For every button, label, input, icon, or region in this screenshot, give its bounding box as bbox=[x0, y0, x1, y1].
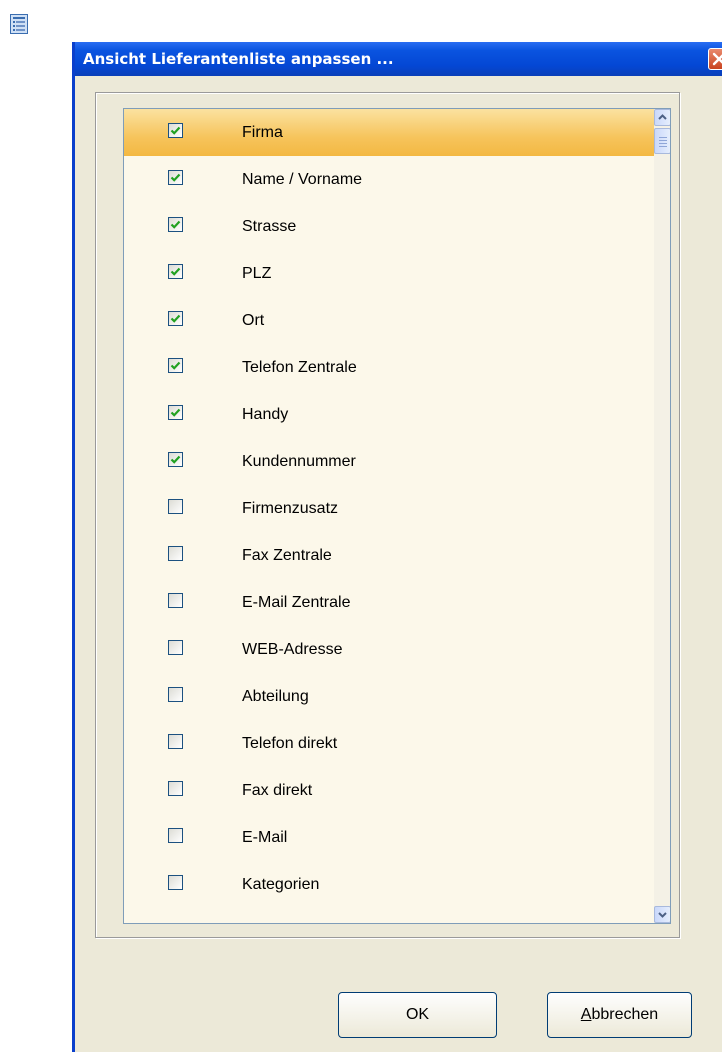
list-item[interactable]: Fax direkt bbox=[124, 767, 654, 814]
checkbox[interactable] bbox=[168, 358, 183, 373]
chevron-down-icon bbox=[658, 912, 667, 918]
list-item-label: Ort bbox=[242, 312, 265, 329]
checkbox[interactable] bbox=[168, 217, 183, 232]
dialog-title: Ansicht Lieferantenliste anpassen ... bbox=[83, 50, 394, 68]
list-item[interactable]: WEB-Adresse bbox=[124, 626, 654, 673]
checkbox[interactable] bbox=[168, 452, 183, 467]
checkmark-icon bbox=[170, 361, 181, 370]
close-button[interactable] bbox=[708, 48, 722, 70]
list-item[interactable]: Kundennummer bbox=[124, 438, 654, 485]
list-item-label: Telefon Zentrale bbox=[242, 359, 357, 376]
list-item[interactable]: Telefon direkt bbox=[124, 720, 654, 767]
list-item[interactable]: PLZ bbox=[124, 250, 654, 297]
list-item[interactable]: Abteilung bbox=[124, 673, 654, 720]
checkbox[interactable] bbox=[168, 499, 183, 514]
list-item-label: Fax Zentrale bbox=[242, 547, 332, 564]
cancel-label-rest: bbrechen bbox=[591, 1006, 659, 1023]
cancel-mnemonic: A bbox=[580, 1006, 592, 1023]
checkbox[interactable] bbox=[168, 734, 183, 749]
cancel-button[interactable]: Abbrechen bbox=[547, 992, 692, 1038]
checkmark-icon bbox=[170, 126, 181, 135]
chevron-up-icon bbox=[658, 114, 667, 120]
list-item[interactable]: E-Mail Zentrale bbox=[124, 579, 654, 626]
scroll-grip-line bbox=[659, 146, 667, 147]
scroll-thumb[interactable] bbox=[654, 128, 670, 154]
scroll-grip-line bbox=[659, 143, 667, 144]
list-item[interactable]: Telefon Zentrale bbox=[124, 344, 654, 391]
vertical-scrollbar[interactable] bbox=[654, 109, 670, 923]
column-list-items: Firma Name / Vorname Strasse PLZ Ort Telefon … bbox=[124, 109, 654, 908]
list-item-label: E-Mail bbox=[242, 829, 288, 846]
checkbox[interactable] bbox=[168, 123, 183, 138]
list-item[interactable]: E-Mail bbox=[124, 814, 654, 861]
list-item-label: Fax direkt bbox=[242, 782, 313, 799]
cancel-button-label: Abbrechen bbox=[581, 1006, 658, 1023]
list-item-label: Strasse bbox=[242, 218, 297, 235]
checkbox[interactable] bbox=[168, 687, 183, 702]
list-item[interactable]: Strasse bbox=[124, 203, 654, 250]
checkbox[interactable] bbox=[168, 640, 183, 655]
checkbox[interactable] bbox=[168, 264, 183, 279]
list-item-label: Kategorien bbox=[242, 876, 320, 893]
title-bar[interactable]: Ansicht Lieferantenliste anpassen ... bbox=[75, 42, 722, 76]
list-item-label: Name / Vorname bbox=[242, 171, 363, 188]
list-item[interactable]: Fax Zentrale bbox=[124, 532, 654, 579]
scroll-up-button[interactable] bbox=[654, 109, 670, 126]
list-item-label: PLZ bbox=[242, 265, 272, 282]
list-item[interactable]: Firma bbox=[124, 109, 654, 156]
scroll-down-button[interactable] bbox=[654, 906, 670, 923]
list-item-label: Handy bbox=[242, 406, 289, 423]
checkmark-icon bbox=[170, 455, 181, 464]
list-item-label: Telefon direkt bbox=[242, 735, 338, 752]
customize-view-dialog: Ansicht Lieferantenliste anpassen ... Fi… bbox=[72, 42, 722, 1052]
list-item[interactable]: Handy bbox=[124, 391, 654, 438]
ok-button-label: OK bbox=[405, 1006, 430, 1023]
list-item[interactable]: Firmenzusatz bbox=[124, 485, 654, 532]
list-item[interactable]: Name / Vorname bbox=[124, 156, 654, 203]
checkbox[interactable] bbox=[168, 546, 183, 561]
scroll-grip-line bbox=[659, 137, 667, 138]
list-item-label: Firmenzusatz bbox=[242, 500, 339, 517]
list-item-label: Firma bbox=[242, 124, 283, 141]
checkbox[interactable] bbox=[168, 828, 183, 843]
ok-button[interactable]: OK bbox=[338, 992, 497, 1038]
checkbox[interactable] bbox=[168, 311, 183, 326]
close-icon bbox=[712, 52, 722, 66]
list-item[interactable]: Kategorien bbox=[124, 861, 654, 908]
checkbox[interactable] bbox=[168, 781, 183, 796]
checkmark-icon bbox=[170, 173, 181, 182]
checkbox[interactable] bbox=[168, 170, 183, 185]
scroll-grip-line bbox=[659, 140, 667, 141]
checkbox[interactable] bbox=[168, 593, 183, 608]
list-item[interactable]: Ort bbox=[124, 297, 654, 344]
list-view-icon bbox=[10, 14, 28, 34]
checkmark-icon bbox=[170, 220, 181, 229]
checkbox[interactable] bbox=[168, 875, 183, 890]
checkmark-icon bbox=[170, 408, 181, 417]
list-item-label: E-Mail Zentrale bbox=[242, 594, 351, 611]
checkbox[interactable] bbox=[168, 405, 183, 420]
column-list[interactable]: Firma Name / Vorname Strasse PLZ Ort Telefon … bbox=[123, 108, 671, 924]
list-item-label: WEB-Adresse bbox=[242, 641, 343, 658]
checkmark-icon bbox=[170, 314, 181, 323]
list-item-label: Abteilung bbox=[242, 688, 309, 705]
checkmark-icon bbox=[170, 267, 181, 276]
list-item-label: Kundennummer bbox=[242, 453, 356, 470]
